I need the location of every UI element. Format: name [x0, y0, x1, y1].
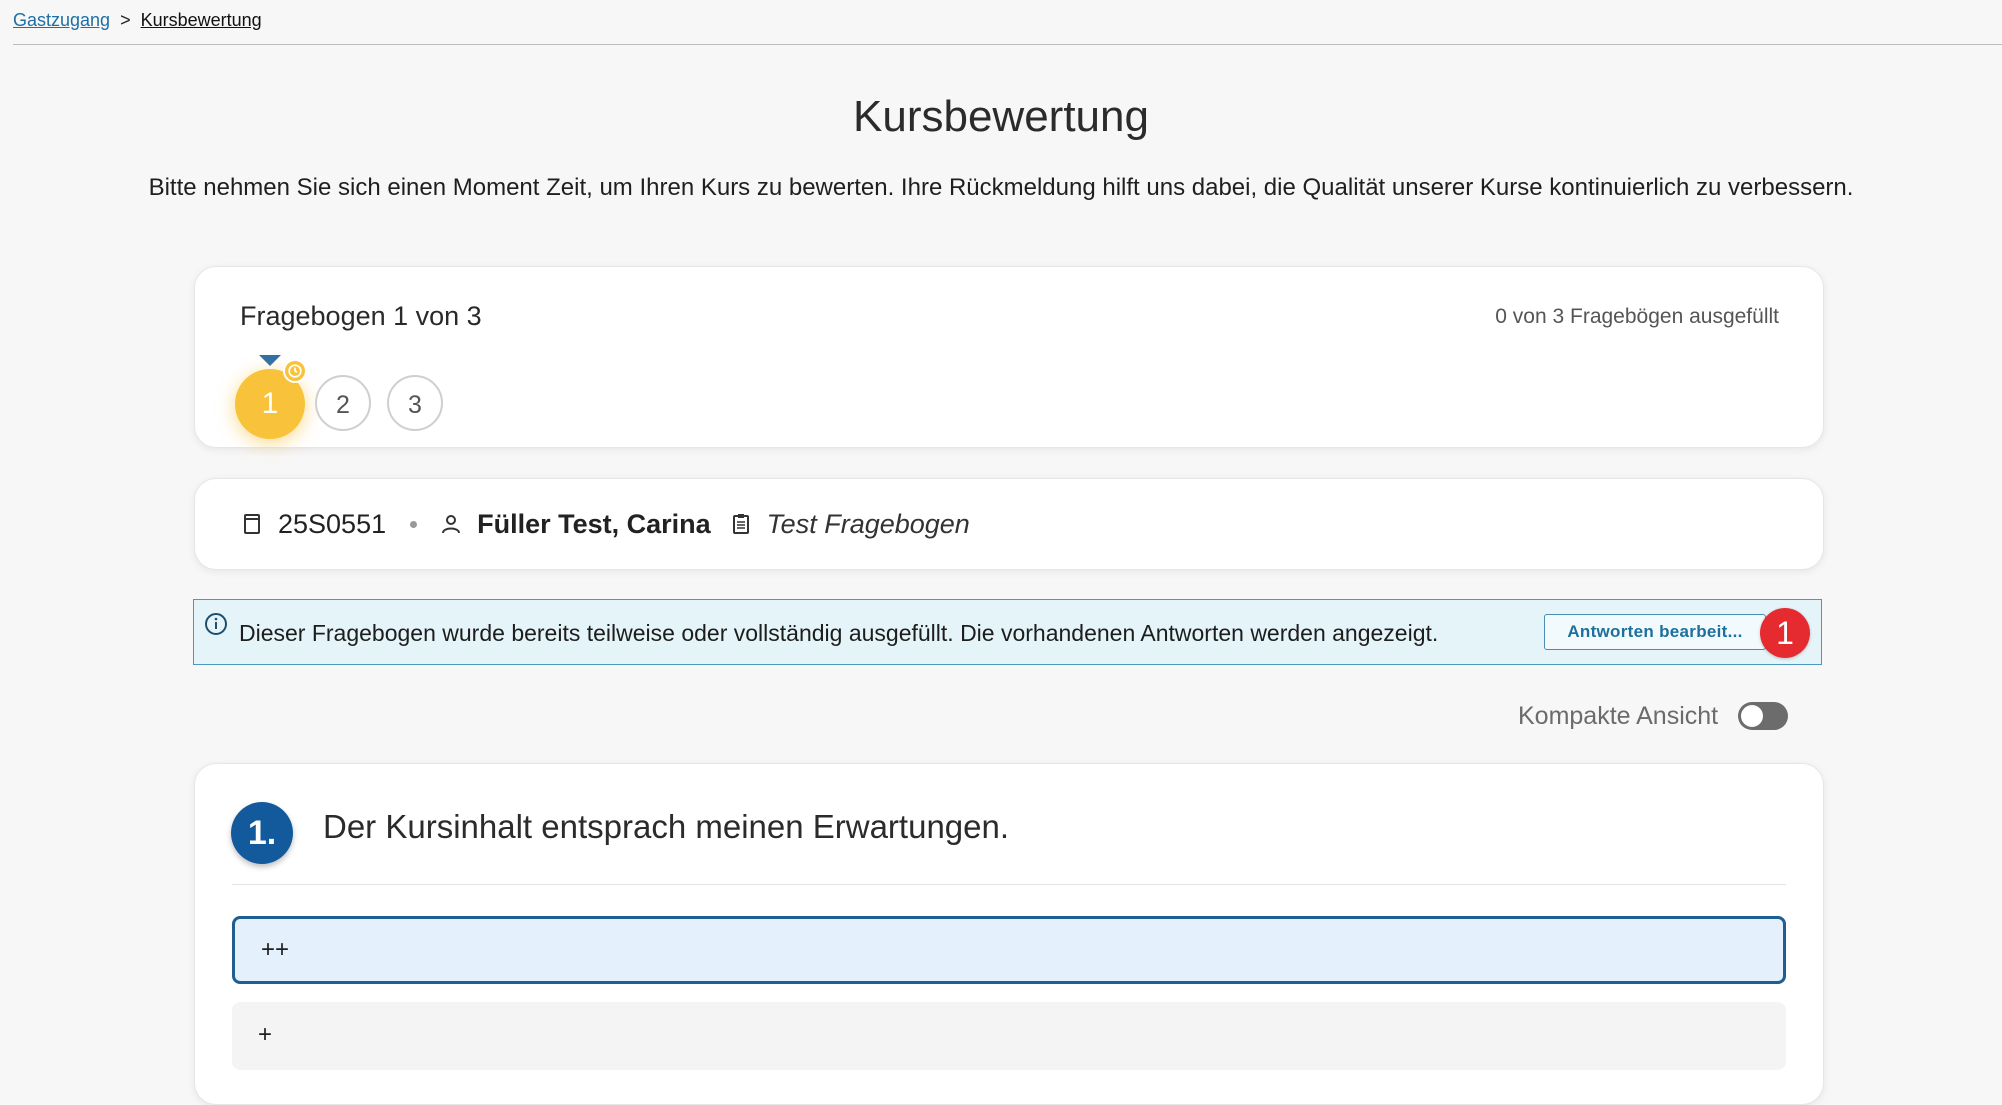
- edit-answers-button[interactable]: Antworten bearbeit...: [1544, 614, 1766, 650]
- breadcrumb-separator: >: [120, 10, 131, 30]
- answer-option-plusplus[interactable]: ++: [232, 916, 1786, 984]
- person-name: Füller Test, Carina: [477, 508, 711, 539]
- question-divider: [232, 884, 1786, 885]
- breadcrumb-home-link[interactable]: Gastzugang: [13, 10, 110, 30]
- info-alert: Dieser Fragebogen wurde bereits teilweis…: [193, 599, 1822, 665]
- question-number: 1.: [231, 802, 293, 864]
- course-id: 25S0551: [278, 508, 387, 539]
- page-title: Kursbewertung: [853, 92, 1149, 141]
- answer-option-plus[interactable]: +: [232, 1002, 1786, 1070]
- compact-view-label: Kompakte Ansicht: [1518, 701, 1719, 730]
- question-card: 1. Der Kursinhalt entsprach meinen Erwar…: [194, 763, 1824, 1105]
- clipboard-icon: [732, 514, 749, 534]
- current-step-marker-icon: [259, 355, 281, 366]
- breadcrumb-current[interactable]: Kursbewertung: [141, 10, 262, 30]
- compact-view-toggle[interactable]: [1738, 702, 1789, 730]
- step-2[interactable]: 2: [315, 375, 371, 431]
- question-text: Der Kursinhalt entsprach meinen Erwartun…: [323, 808, 1010, 845]
- toggle-knob: [1741, 705, 1764, 727]
- separator-dot: [410, 520, 418, 528]
- progress-card: Fragebogen 1 von 3 0 von 3 Fragebögen au…: [194, 266, 1824, 448]
- step-indicator: 1 2 3: [235, 355, 535, 439]
- clock-icon: [283, 359, 307, 383]
- progress-title: Fragebogen 1 von 3: [240, 301, 482, 331]
- notification-badge: 1: [1760, 608, 1810, 658]
- progress-count: 0 von 3 Fragebögen ausgefüllt: [1495, 305, 1779, 328]
- step-3[interactable]: 3: [387, 375, 443, 431]
- breadcrumb: Gastzugang > Kursbewertung: [13, 8, 2002, 45]
- info-icon: [205, 613, 227, 635]
- compact-view-control: Kompakte Ansicht: [1518, 699, 1789, 733]
- person-icon: [442, 515, 461, 534]
- document-icon: [244, 514, 260, 534]
- course-meta-card: 25S0551 Füller Test, Carina Test Fragebo…: [194, 478, 1824, 570]
- info-text: Dieser Fragebogen wurde bereits teilweis…: [239, 620, 1439, 646]
- questionnaire-name: Test Fragebogen: [766, 508, 970, 539]
- page-intro: Bitte nehmen Sie sich einen Moment Zeit,…: [148, 174, 1854, 201]
